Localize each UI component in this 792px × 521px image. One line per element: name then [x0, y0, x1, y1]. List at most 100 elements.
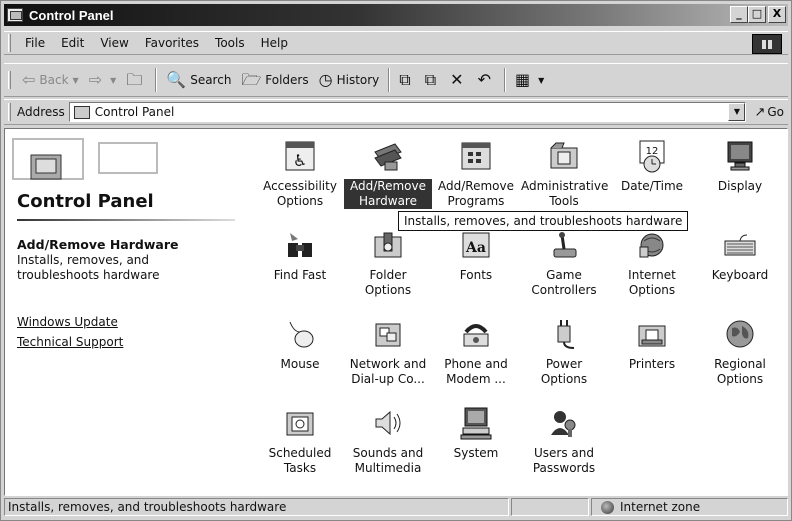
control-panel-banner-icon [12, 138, 158, 180]
delete-button[interactable]: ✕ [445, 67, 472, 93]
control-panel-window: Control Panel _ □ X File Edit View Favor… [0, 0, 792, 521]
item-find-fast[interactable]: Find Fast [256, 228, 344, 283]
earth-icon [723, 317, 757, 351]
item-sounds-multimedia[interactable]: Sounds and Multimedia [344, 406, 432, 476]
item-fonts[interactable]: Aa Fonts [432, 228, 520, 283]
security-zone: Internet zone [591, 498, 788, 516]
menu-bar: File Edit View Favorites Tools Help [4, 31, 788, 55]
item-accessibility-options[interactable]: ♿ Accessibility Options [256, 139, 344, 209]
folders-button[interactable]: 🗁 Folders [236, 67, 313, 93]
back-arrow-icon: ⇦ [22, 70, 36, 89]
status-text: Installs, removes, and troubleshoots har… [4, 498, 509, 516]
forward-arrow-icon: ⇨ [88, 70, 103, 89]
windows-logo-icon [752, 34, 782, 54]
toolbar-separator [155, 68, 158, 92]
search-button[interactable]: 🔍 Search [161, 67, 236, 93]
go-button[interactable]: ↗ Go [754, 105, 784, 120]
toolbar-grip[interactable] [8, 71, 11, 89]
undo-button[interactable]: ↶ [473, 67, 500, 93]
window-title: Control Panel [29, 7, 114, 23]
title-divider [17, 219, 235, 221]
item-mouse[interactable]: Mouse [256, 317, 344, 372]
folders-icon: 🗁 [241, 70, 262, 89]
scheduled-tasks-icon [283, 406, 317, 440]
search-icon: 🔍 [166, 70, 187, 89]
history-button[interactable]: ◷ History [314, 67, 385, 93]
item-system[interactable]: System [432, 406, 520, 461]
views-button[interactable]: ▦ ▼ [510, 67, 549, 93]
menu-file[interactable]: File [17, 36, 53, 50]
move-to-button[interactable]: ⧉ [394, 67, 419, 93]
copy-to-button[interactable]: ⧉ [420, 67, 445, 93]
up-folder-button[interactable]: 🗀 [121, 67, 151, 93]
menu-edit[interactable]: Edit [53, 36, 92, 50]
item-add-remove-hardware[interactable]: Add/Remove Hardware [344, 139, 432, 209]
back-button[interactable]: ⇦ Back ▼ [17, 67, 84, 93]
svg-text:Aa: Aa [465, 240, 486, 256]
item-game-controllers[interactable]: Game Controllers [520, 228, 608, 298]
item-printers[interactable]: Printers [608, 317, 696, 372]
item-internet-options[interactable]: Internet Options [608, 228, 696, 298]
item-add-remove-programs[interactable]: Add/Remove Programs [432, 139, 520, 209]
hardware-icon [371, 139, 405, 173]
back-dropdown-icon[interactable]: ▼ [73, 76, 79, 85]
status-panel [511, 498, 589, 516]
windows-update-link[interactable]: Windows Update [17, 315, 118, 329]
phone-icon [459, 317, 493, 351]
item-phone-modem[interactable]: Phone and Modem ... [432, 317, 520, 387]
go-arrow-icon: ↗ [754, 104, 766, 120]
maximize-button[interactable]: □ [748, 6, 766, 23]
page-title: Control Panel [17, 191, 154, 212]
item-network-dialup[interactable]: Network and Dial-up Co... [344, 317, 432, 387]
item-administrative-tools[interactable]: Administrative Tools [520, 139, 608, 209]
address-dropdown-icon[interactable]: ▼ [728, 103, 746, 121]
power-plug-icon [547, 317, 581, 351]
forward-button[interactable]: ⇨ ▼ [84, 67, 122, 93]
item-keyboard[interactable]: Keyboard [696, 228, 784, 283]
item-scheduled-tasks[interactable]: Scheduled Tasks [256, 406, 344, 476]
forward-dropdown-icon[interactable]: ▼ [110, 76, 116, 85]
item-power-options[interactable]: Power Options [520, 317, 608, 387]
accessibility-icon: ♿ [283, 139, 317, 173]
internet-zone-icon [601, 500, 614, 514]
mouse-icon [283, 317, 317, 351]
minimize-button[interactable]: _ [730, 6, 748, 23]
control-panel-icon [7, 8, 23, 22]
item-users-passwords[interactable]: Users and Passwords [520, 406, 608, 476]
folder-options-icon [371, 228, 405, 262]
item-tooltip: Installs, removes, and troubleshoots har… [398, 211, 689, 231]
move-to-icon: ⧉ [399, 70, 411, 89]
delete-x-icon: ✕ [450, 70, 464, 89]
keyboard-icon [723, 228, 757, 262]
window-controls: _ □ X [730, 6, 786, 23]
address-input[interactable]: Control Panel ▼ [68, 102, 747, 122]
fonts-icon: Aa [459, 228, 493, 262]
item-folder-options[interactable]: Folder Options [344, 228, 432, 298]
svg-text:♿: ♿ [293, 151, 307, 170]
address-label: Address [17, 105, 65, 119]
admin-tools-icon [547, 139, 581, 173]
menu-tools[interactable]: Tools [207, 36, 253, 50]
joystick-icon [547, 228, 581, 262]
menu-help[interactable]: Help [253, 36, 296, 50]
item-regional-options[interactable]: Regional Options [696, 317, 784, 387]
calendar-clock-icon: 12 [635, 139, 669, 173]
undo-icon: ↶ [477, 70, 491, 89]
menu-favorites[interactable]: Favorites [137, 36, 207, 50]
title-bar[interactable]: Control Panel _ □ X [4, 4, 788, 26]
monitor-icon [723, 139, 757, 173]
control-panel-items: ♿ Accessibility Options Add/Remove Hardw… [260, 129, 787, 495]
menu-view[interactable]: View [92, 36, 136, 50]
selected-item-title: Add/Remove Hardware [17, 237, 179, 252]
item-date-time[interactable]: 12 Date/Time [608, 139, 696, 194]
technical-support-link[interactable]: Technical Support [17, 335, 123, 349]
addressbar-grip[interactable] [8, 103, 11, 121]
close-button[interactable]: X [768, 6, 786, 23]
views-dropdown-icon[interactable]: ▼ [538, 76, 544, 85]
users-icon [547, 406, 581, 440]
menubar-grip[interactable] [8, 34, 11, 52]
address-value: Control Panel [94, 105, 175, 119]
up-folder-icon: 🗀 [126, 70, 143, 89]
status-bar: Installs, removes, and troubleshoots har… [4, 498, 788, 518]
item-display[interactable]: Display [696, 139, 784, 194]
